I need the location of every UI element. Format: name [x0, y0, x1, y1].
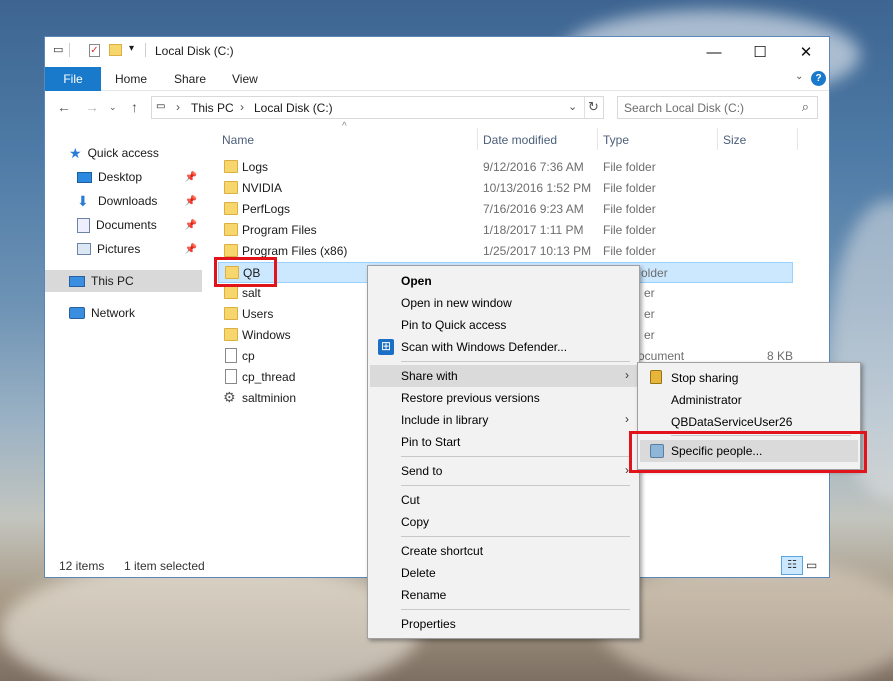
pictures-icon: [77, 243, 91, 255]
this-pc-icon: ▭: [156, 101, 166, 112]
menu-scan-defender[interactable]: ⊞ Scan with Windows Defender...: [370, 336, 637, 358]
nav-documents[interactable]: Documents 📌: [77, 214, 201, 236]
menu-create-shortcut[interactable]: Create shortcut: [370, 540, 637, 562]
address-dropdown-icon[interactable]: ⌄: [568, 100, 577, 113]
tab-home[interactable]: Home: [115, 72, 147, 86]
tab-view[interactable]: View: [232, 72, 258, 86]
list-item[interactable]: Program Files 1/18/2017 1:11 PM File fol…: [218, 220, 793, 241]
minimize-button[interactable]: —: [691, 37, 737, 67]
up-arrow-icon[interactable]: ↑: [131, 99, 138, 115]
ribbon-tabs: File Home Share View ⌄ ?: [45, 67, 829, 91]
folder-icon: [224, 202, 238, 215]
pin-icon: 📌: [184, 195, 197, 207]
nav-pictures[interactable]: Pictures 📌: [77, 238, 201, 260]
item-count: 12 items: [59, 559, 105, 573]
menu-share-qbdataserviceuser[interactable]: QBDataServiceUser26: [640, 411, 858, 433]
large-icons-view-icon[interactable]: ▭: [806, 558, 817, 572]
forward-arrow-icon[interactable]: →: [85, 99, 99, 115]
defender-shield-icon: ⊞: [378, 339, 394, 355]
desktop-icon: [77, 171, 92, 183]
list-item[interactable]: PerfLogs 7/16/2016 9:23 AM File folder: [218, 199, 793, 220]
breadcrumb-local-disk[interactable]: Local Disk (C:): [254, 101, 333, 115]
menu-send-to[interactable]: Send to ›: [370, 460, 637, 482]
highlight-box-specific-people: [629, 431, 867, 473]
address-bar[interactable]: ▭ › This PC › Local Disk (C:) ⌄ ↻: [151, 96, 604, 119]
search-input[interactable]: Search Local Disk (C:) ⌕: [617, 96, 818, 119]
new-folder-icon[interactable]: [109, 44, 122, 56]
tab-file[interactable]: File: [45, 67, 101, 91]
maximize-button[interactable]: ☐: [737, 37, 783, 67]
nav-network[interactable]: Network: [69, 302, 135, 324]
chevron-right-icon: ›: [625, 368, 629, 382]
refresh-icon[interactable]: ↻: [588, 99, 599, 115]
menu-share-administrator[interactable]: Administrator: [640, 389, 858, 411]
menu-cut[interactable]: Cut: [370, 489, 637, 511]
folder-icon: [224, 181, 238, 194]
properties-icon[interactable]: ✓: [89, 44, 100, 57]
customize-toolbar-icon[interactable]: ▾: [129, 43, 134, 54]
title-bar: ▭ ✓ ▾ Local Disk (C:) — ☐ ✕: [45, 37, 829, 67]
list-item[interactable]: Program Files (x86) 1/25/2017 10:13 PM F…: [218, 241, 793, 262]
gear-icon: ⚙: [223, 389, 236, 405]
pin-icon: 📌: [184, 219, 197, 231]
nav-quick-access[interactable]: ★ Quick access: [69, 142, 159, 164]
menu-share-with[interactable]: Share with ›: [370, 365, 637, 387]
folder-icon: [224, 223, 238, 236]
search-placeholder: Search Local Disk (C:): [624, 101, 745, 115]
nav-desktop[interactable]: Desktop 📌: [77, 166, 201, 188]
star-icon: ★: [69, 144, 82, 161]
menu-delete[interactable]: Delete: [370, 562, 637, 584]
context-menu: Open Open in new window Pin to Quick acc…: [367, 265, 640, 639]
list-item[interactable]: NVIDIA 10/13/2016 1:52 PM File folder: [218, 178, 793, 199]
window-title: Local Disk (C:): [155, 44, 234, 58]
chevron-right-icon: ›: [625, 412, 629, 426]
folder-icon: [224, 307, 238, 320]
pin-icon: 📌: [184, 243, 197, 255]
network-icon: [69, 307, 85, 319]
file-icon: [225, 369, 237, 384]
menu-properties[interactable]: Properties: [370, 613, 637, 635]
recent-locations-icon[interactable]: ⌄: [109, 102, 117, 113]
column-date-modified[interactable]: Date modified: [483, 133, 557, 147]
breadcrumb-this-pc[interactable]: This PC: [191, 101, 234, 115]
help-icon[interactable]: ?: [811, 71, 826, 86]
selection-count: 1 item selected: [124, 559, 205, 573]
menu-include-library[interactable]: Include in library ›: [370, 409, 637, 431]
column-name[interactable]: Name: [222, 133, 254, 147]
back-arrow-icon[interactable]: ←: [57, 99, 71, 115]
column-size[interactable]: Size: [723, 133, 746, 147]
sort-ascending-icon: ^: [342, 121, 347, 132]
menu-pin-start[interactable]: Pin to Start: [370, 431, 637, 453]
menu-restore-versions[interactable]: Restore previous versions: [370, 387, 637, 409]
expand-ribbon-icon[interactable]: ⌄: [795, 71, 803, 82]
computer-icon: [69, 275, 85, 287]
folder-icon: [224, 160, 238, 173]
menu-stop-sharing[interactable]: Stop sharing: [640, 367, 858, 389]
navigation-pane: ★ Quick access Desktop 📌 ⬇ Downloads 📌 D…: [45, 137, 205, 537]
documents-icon: [77, 217, 90, 233]
highlight-box-qb: [214, 257, 277, 287]
menu-copy[interactable]: Copy: [370, 511, 637, 533]
lock-icon: [650, 370, 662, 384]
menu-pin-quick-access[interactable]: Pin to Quick access: [370, 314, 637, 336]
computer-icon[interactable]: ▭: [53, 43, 63, 56]
nav-downloads[interactable]: ⬇ Downloads 📌: [77, 190, 201, 212]
tab-share[interactable]: Share: [174, 72, 206, 86]
menu-rename[interactable]: Rename: [370, 584, 637, 606]
search-icon: ⌕: [801, 99, 809, 114]
download-arrow-icon: ⬇: [77, 192, 89, 209]
folder-icon: [224, 244, 238, 257]
menu-open[interactable]: Open: [370, 270, 637, 292]
close-button[interactable]: ✕: [783, 37, 829, 67]
pin-icon: 📌: [184, 171, 197, 183]
folder-icon: [224, 328, 238, 341]
details-view-icon[interactable]: ☷: [781, 556, 803, 575]
column-type[interactable]: Type: [603, 133, 629, 147]
menu-open-new-window[interactable]: Open in new window: [370, 292, 637, 314]
folder-icon: [224, 286, 238, 299]
navigation-bar: ← → ⌄ ↑ ▭ › This PC › Local Disk (C:) ⌄ …: [45, 93, 829, 123]
nav-this-pc[interactable]: This PC: [45, 270, 202, 292]
file-icon: [225, 348, 237, 363]
list-item[interactable]: Logs 9/12/2016 7:36 AM File folder: [218, 157, 793, 178]
